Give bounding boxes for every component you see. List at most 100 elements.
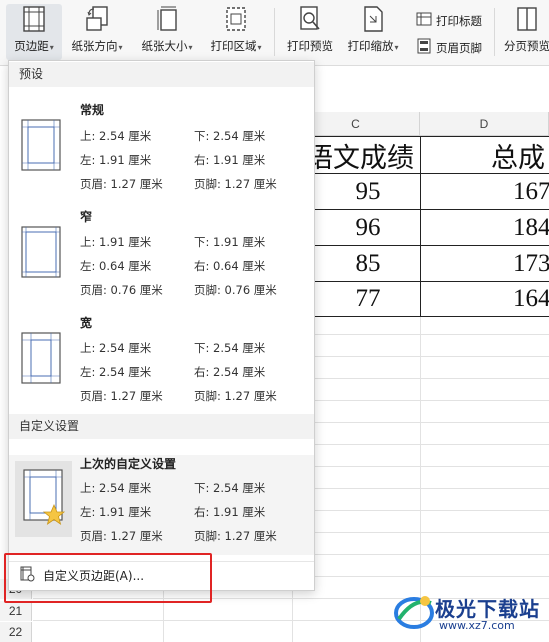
margin-right-value: 右: 0.64 厘米 xyxy=(194,259,266,273)
grid-line xyxy=(315,532,549,533)
page-narrow-icon xyxy=(21,226,61,278)
margins-button[interactable]: 页边距▾ xyxy=(6,4,62,60)
header-margin-value: 页眉: 1.27 厘米 xyxy=(80,177,163,191)
presets-section-header: 预设 xyxy=(9,62,314,87)
row-number-label: 22 xyxy=(8,625,23,639)
cell-text: 77 xyxy=(355,285,381,312)
margin-top-value: 上: 2.54 厘米 xyxy=(80,481,152,495)
row-number-21[interactable]: 21 xyxy=(0,601,32,621)
cell-text: 173 xyxy=(513,249,549,277)
cell-text: 184 xyxy=(513,213,549,241)
print-titles-icon xyxy=(416,12,432,29)
print-scale-label: 打印缩放 xyxy=(347,39,394,53)
header-footer-button[interactable]: 页眉页脚 xyxy=(416,38,482,57)
grid-line xyxy=(315,444,549,445)
column-c-label: C xyxy=(351,116,360,131)
preset-last-custom[interactable]: 上次的自定义设置 上: 2.54 厘米 下: 2.54 厘米 左: 1.91 厘… xyxy=(9,455,314,555)
margin-left-value: 左: 1.91 厘米 xyxy=(80,153,152,167)
page-break-preview-label: 分页预览 xyxy=(504,39,549,53)
orientation-icon xyxy=(84,4,110,34)
margin-right-value: 右: 2.54 厘米 xyxy=(194,365,266,379)
grid-line xyxy=(315,488,549,489)
cell-text: 语文成绩 xyxy=(306,142,414,173)
preset-name: 上次的自定义设置 xyxy=(80,457,177,471)
header-margin-value: 页眉: 1.27 厘米 xyxy=(80,529,163,543)
ribbon-toolbar: 页边距▾ 纸张方向▾ 纸张大小▾ 打印区域▾ 打印预览 打印缩放▾ 打印标题 页… xyxy=(0,0,549,66)
watermark-url: www.xz7.com xyxy=(439,619,515,632)
table-row[interactable]: 184 xyxy=(421,210,549,245)
ribbon-separator xyxy=(274,8,275,56)
margin-bottom-value: 下: 2.54 厘米 xyxy=(194,129,266,143)
grid-line xyxy=(292,586,293,642)
margin-left-value: 左: 1.91 厘米 xyxy=(80,505,152,519)
table-row[interactable]: 164 xyxy=(421,282,549,316)
print-area-label: 打印区域 xyxy=(210,39,257,53)
header-margin-value: 页眉: 1.27 厘米 xyxy=(80,389,163,403)
print-preview-button[interactable]: 打印预览 xyxy=(283,4,337,60)
print-titles-button[interactable]: 打印标题 xyxy=(416,12,482,29)
table-row[interactable]: 173 xyxy=(421,246,549,281)
header-footer-icon xyxy=(416,38,432,57)
watermark-logo-icon xyxy=(394,596,434,629)
preset-name: 窄 xyxy=(80,210,93,224)
footer-margin-value: 页脚: 1.27 厘米 xyxy=(194,389,277,403)
header-margin-value: 页眉: 0.76 厘米 xyxy=(80,283,163,297)
table-row[interactable]: 167 xyxy=(421,174,549,209)
margin-top-value: 上: 2.54 厘米 xyxy=(80,129,152,143)
grid-line xyxy=(315,554,549,555)
print-scale-icon xyxy=(360,4,386,34)
page-normal-icon xyxy=(21,119,61,171)
watermark: 极光下载站 www.xz7.com xyxy=(389,589,547,637)
margin-bottom-value: 下: 2.54 厘米 xyxy=(194,341,266,355)
cell-d-header[interactable]: 总成 xyxy=(421,137,549,173)
presets-header-label: 预设 xyxy=(19,67,44,81)
column-d-label: D xyxy=(479,116,489,131)
grid-line xyxy=(315,356,549,357)
print-scale-button[interactable]: 打印缩放▾ xyxy=(343,4,403,60)
margin-left-value: 左: 2.54 厘米 xyxy=(80,365,152,379)
custom-header-label: 自定义设置 xyxy=(19,419,80,433)
preset-wide[interactable]: 宽 上: 2.54 厘米 下: 2.54 厘米 左: 2.54 厘米 右: 2.… xyxy=(9,314,314,420)
margin-right-value: 右: 1.91 厘米 xyxy=(194,505,266,519)
print-preview-label: 打印预览 xyxy=(287,39,333,53)
margin-right-value: 右: 1.91 厘米 xyxy=(194,153,266,167)
grid-line xyxy=(315,334,549,335)
margins-label: 页边距 xyxy=(14,39,49,53)
grid-line xyxy=(315,510,549,511)
grid-line xyxy=(315,422,549,423)
print-area-button[interactable]: 打印区域▾ xyxy=(205,4,267,60)
orientation-button[interactable]: 纸张方向▾ xyxy=(66,4,128,60)
margin-left-value: 左: 0.64 厘米 xyxy=(80,259,152,273)
grid-line xyxy=(315,400,549,401)
footer-margin-value: 页脚: 1.27 厘米 xyxy=(194,529,277,543)
margins-icon xyxy=(21,4,47,34)
cell-text: 85 xyxy=(355,249,381,277)
print-titles-label: 打印标题 xyxy=(436,13,482,28)
margin-bottom-value: 下: 1.91 厘米 xyxy=(194,235,266,249)
grid-line xyxy=(315,576,549,577)
page-custom-icon xyxy=(23,469,66,525)
margins-dropdown-menu: 预设 常规 上: 2.54 厘米 下: 2.54 厘米 左: 1.91 厘米 右… xyxy=(8,60,315,591)
orientation-label: 纸张方向 xyxy=(71,39,118,53)
page-break-preview-button[interactable]: 分页预览 xyxy=(500,4,549,60)
margin-top-value: 上: 2.54 厘米 xyxy=(80,341,152,355)
preset-name: 宽 xyxy=(80,316,93,330)
preset-narrow[interactable]: 窄 上: 1.91 厘米 下: 1.91 厘米 左: 0.64 厘米 右: 0.… xyxy=(9,208,314,314)
ribbon-separator xyxy=(494,8,495,56)
cell-text: 164 xyxy=(513,285,549,312)
page-break-preview-icon xyxy=(514,4,540,34)
footer-margin-value: 页脚: 1.27 厘米 xyxy=(194,177,277,191)
preset-normal[interactable]: 常规 上: 2.54 厘米 下: 2.54 厘米 左: 1.91 厘米 右: 1… xyxy=(9,101,314,207)
header-footer-label: 页眉页脚 xyxy=(436,40,482,55)
watermark-brand: 极光下载站 xyxy=(435,597,540,621)
paper-size-label: 纸张大小 xyxy=(141,39,188,53)
paper-size-button[interactable]: 纸张大小▾ xyxy=(136,4,198,60)
grid-line xyxy=(315,466,549,467)
page-wide-icon xyxy=(21,332,61,384)
footer-margin-value: 页脚: 0.76 厘米 xyxy=(194,283,277,297)
row-number-22[interactable]: 22 xyxy=(0,622,32,642)
margin-top-value: 上: 1.91 厘米 xyxy=(80,235,152,249)
paper-size-icon xyxy=(154,4,180,34)
column-header-d[interactable]: D xyxy=(420,112,549,136)
custom-section-header: 自定义设置 xyxy=(9,414,314,439)
